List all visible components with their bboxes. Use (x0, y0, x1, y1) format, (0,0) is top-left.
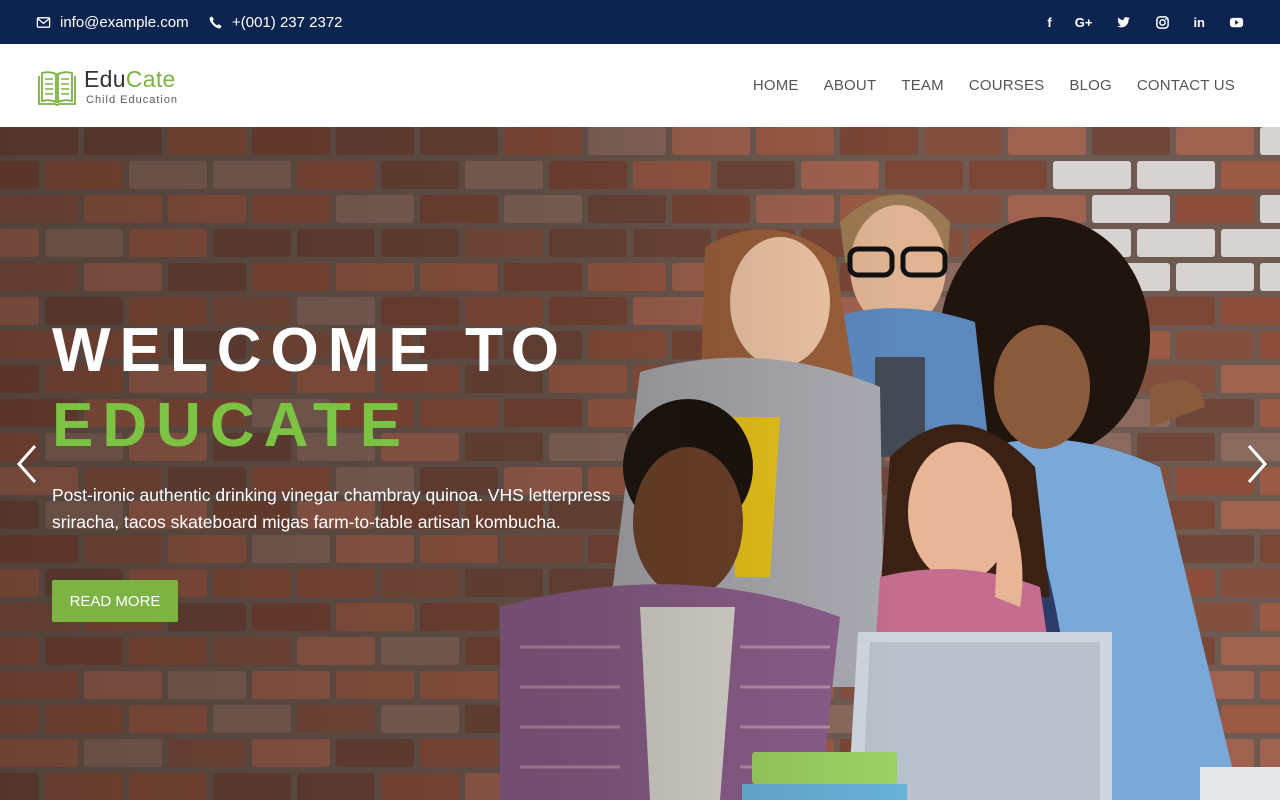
nav-courses[interactable]: COURSES (969, 77, 1045, 94)
google-plus-icon[interactable]: G+ (1075, 14, 1093, 30)
twitter-icon[interactable] (1115, 14, 1131, 30)
slider-next-arrow[interactable] (1242, 443, 1272, 485)
site-logo[interactable]: EduCate Child Education (36, 66, 178, 108)
contact-email[interactable]: info@example.com (36, 0, 189, 44)
hero-overlay (0, 127, 1280, 800)
chevron-right-icon (1247, 445, 1268, 483)
linkedin-icon[interactable]: in (1193, 14, 1205, 30)
hero-slider: WELCOME TO EDUCATE Post-ironic authentic… (0, 127, 1280, 800)
facebook-icon[interactable]: f (1047, 14, 1051, 30)
read-more-button[interactable]: READ MORE (52, 580, 178, 622)
site-header: EduCate Child Education HOME ABOUT TEAM … (0, 44, 1280, 127)
phone-icon (208, 14, 224, 30)
nav-team[interactable]: TEAM (901, 77, 943, 94)
book-logo-icon (38, 71, 76, 106)
logo-name-part-2: Cate (125, 66, 176, 92)
envelope-icon (36, 14, 52, 30)
logo-name: EduCate (84, 68, 178, 91)
hero-description: Post-ironic authentic drinking vinegar c… (52, 485, 611, 532)
nav-home[interactable]: HOME (753, 77, 799, 94)
social-links: f G+ in (1024, 0, 1244, 44)
contact-phone-text: +(001) 237 2372 (232, 13, 343, 31)
logo-tagline: Child Education (86, 94, 179, 106)
top-bar: info@example.com +(001) 237 2372 f G+ in (0, 0, 1280, 44)
slider-prev-arrow[interactable] (12, 443, 42, 485)
main-nav: HOME ABOUT TEAM COURSES BLOG CONTACT US (728, 44, 1235, 127)
contact-email-text: info@example.com (60, 13, 189, 31)
nav-contact-us[interactable]: CONTACT US (1137, 77, 1235, 94)
instagram-icon[interactable] (1154, 14, 1170, 30)
logo-name-part-1: Edu (84, 66, 126, 92)
youtube-icon[interactable] (1228, 14, 1244, 30)
chevron-left-icon (16, 445, 37, 483)
nav-blog[interactable]: BLOG (1069, 77, 1111, 94)
hero-title-line-1: WELCOME TO (52, 316, 568, 385)
contact-phone[interactable]: +(001) 237 2372 (208, 0, 343, 44)
hero-title-line-2: EDUCATE (52, 391, 411, 460)
nav-about[interactable]: ABOUT (824, 77, 877, 94)
